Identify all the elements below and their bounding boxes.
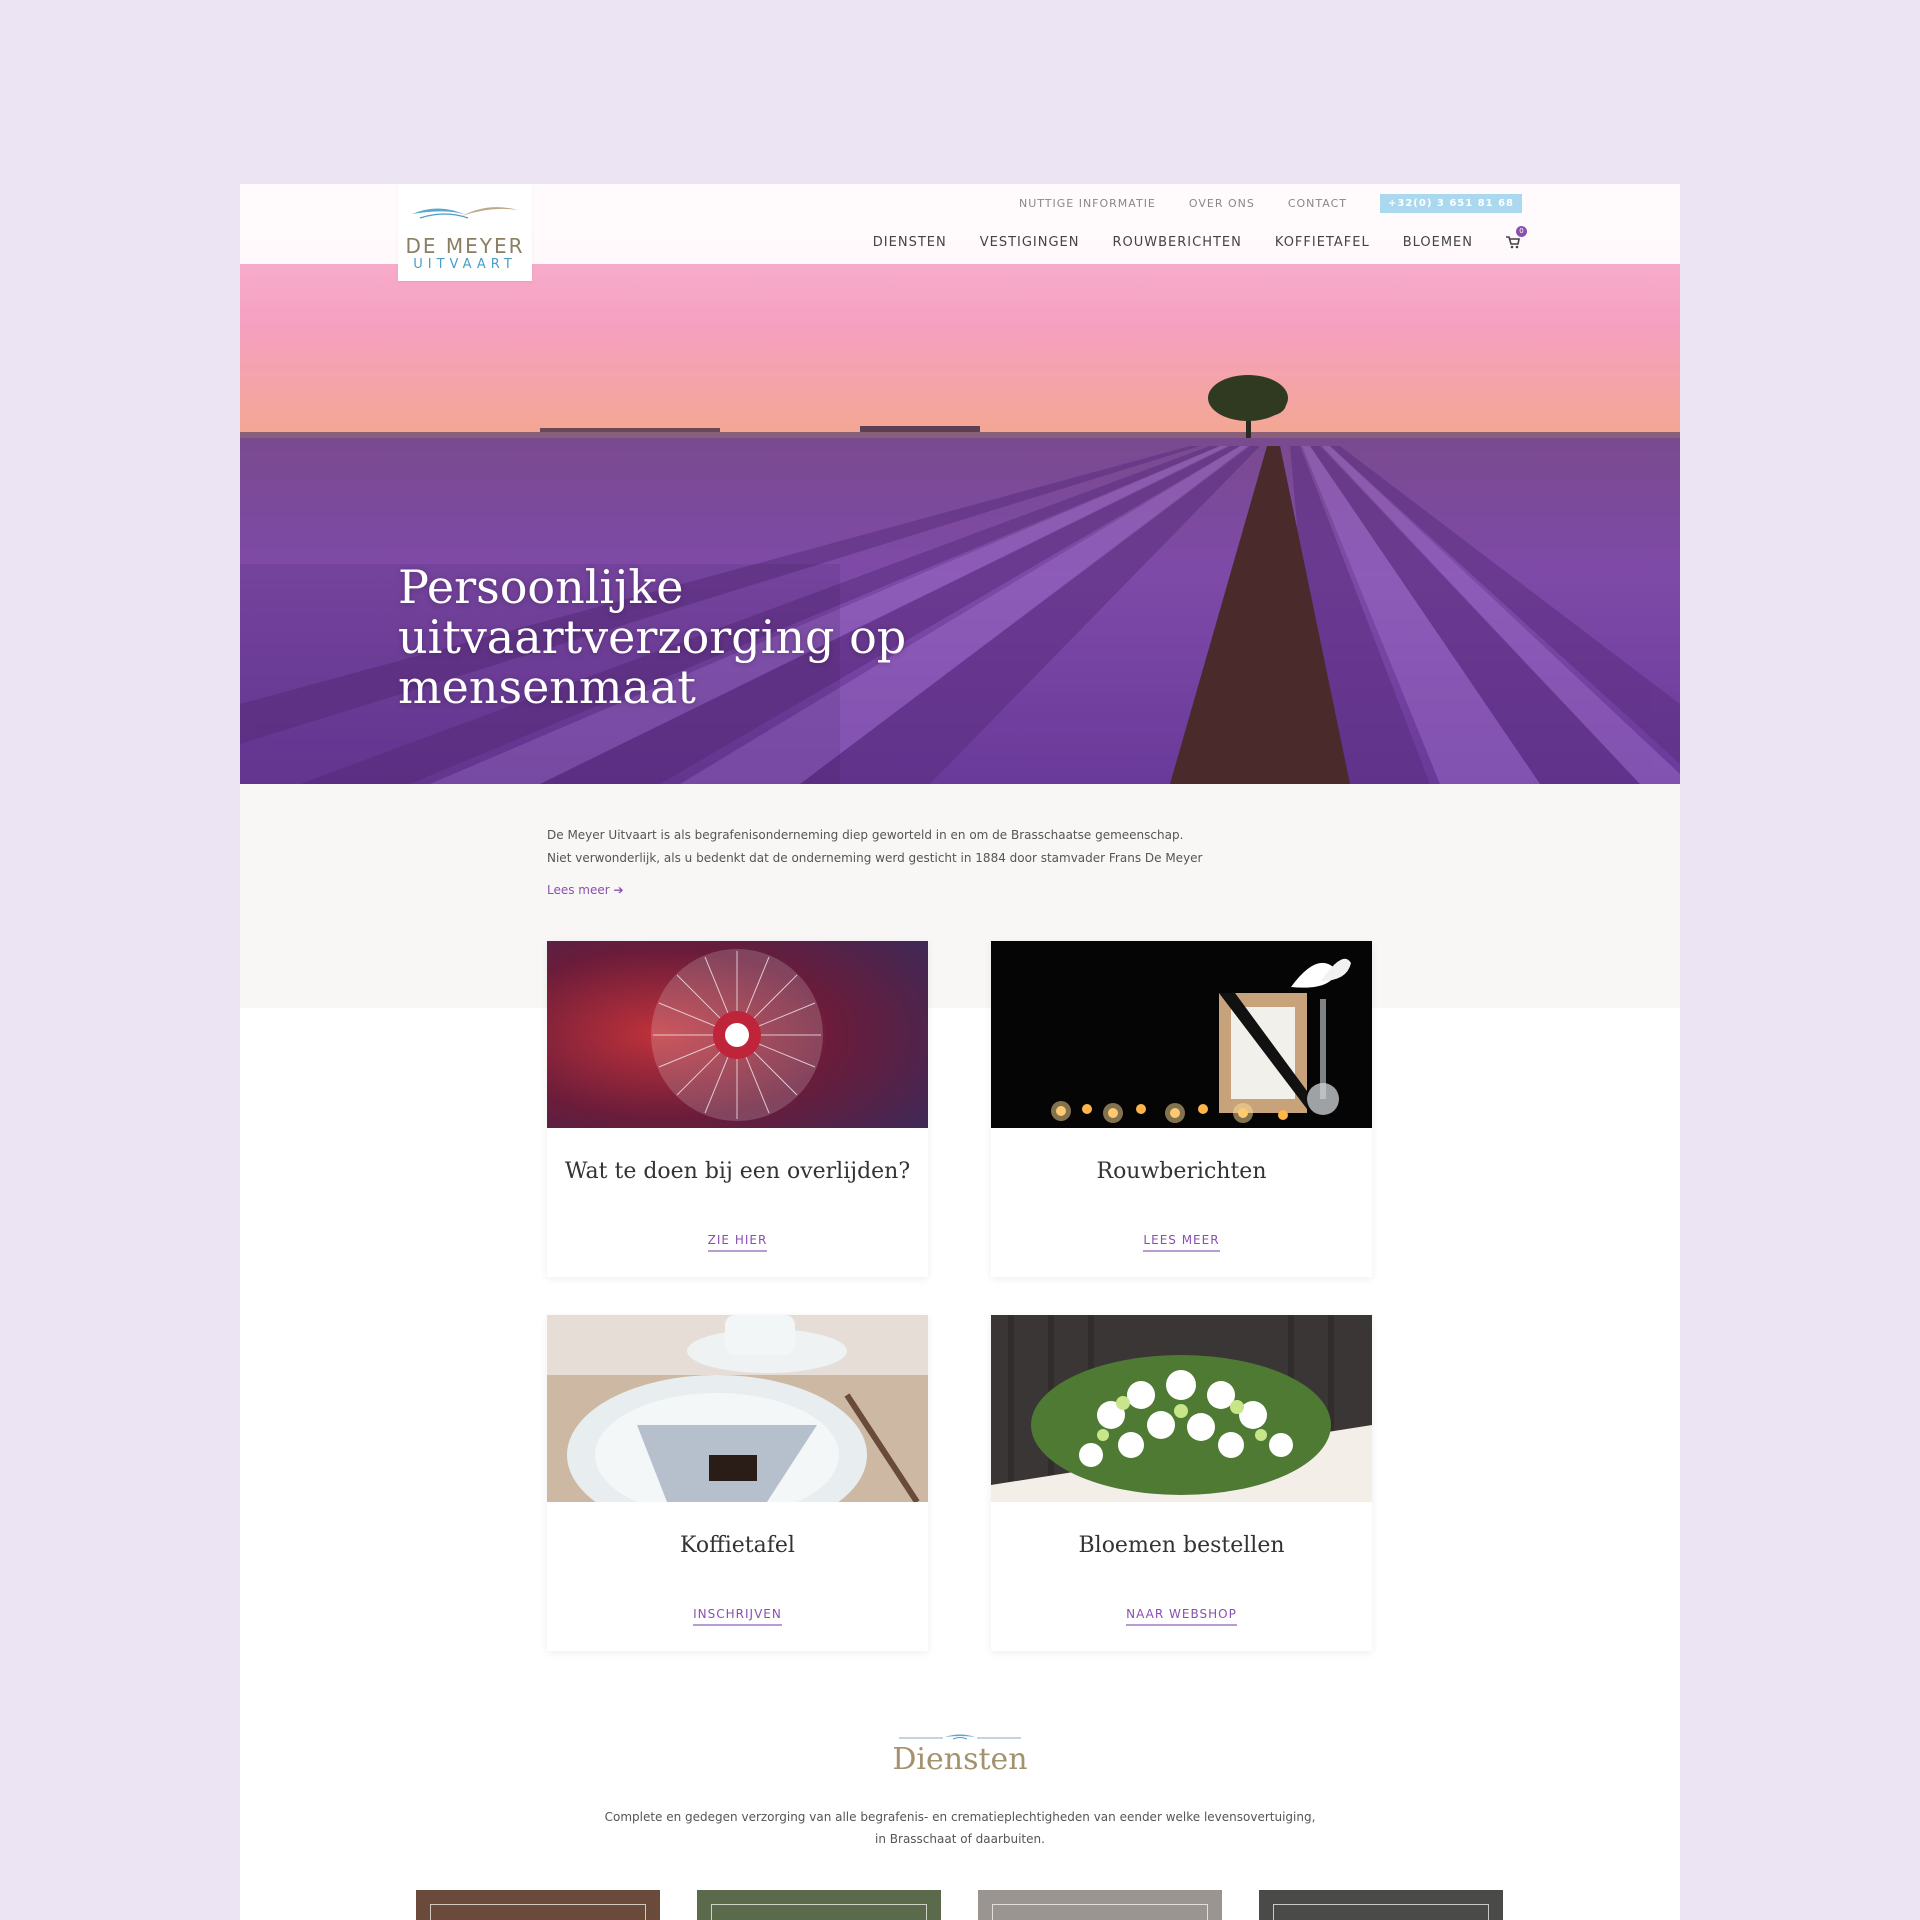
- card-overlijden[interactable]: Wat te doen bij een overlijden? ZIE HIER: [547, 941, 928, 1277]
- phone-button[interactable]: +32(0) 3 651 81 68: [1380, 194, 1522, 213]
- cart-count-badge: 0: [1516, 226, 1527, 237]
- main-navigation: DIENSTEN VESTIGINGEN ROUWBERICHTEN KOFFI…: [873, 226, 1527, 250]
- read-more-link[interactable]: Lees meer ➔: [547, 879, 624, 902]
- card-cta-lees-meer[interactable]: LEES MEER: [1143, 1233, 1220, 1252]
- intro-line-2: Niet verwonderlijk, als u bedenkt dat de…: [547, 851, 1203, 865]
- nav-rouwberichten[interactable]: ROUWBERICHTEN: [1113, 235, 1242, 250]
- nav-diensten[interactable]: DIENSTEN: [873, 235, 947, 250]
- card-title: Bloemen bestellen: [1078, 1533, 1285, 1558]
- dienst-thumbnail[interactable]: [1259, 1890, 1503, 1920]
- dienst-thumbnail[interactable]: [697, 1890, 941, 1920]
- wings-logo-icon: [412, 207, 518, 219]
- card-bloemen[interactable]: Bloemen bestellen NAAR WEBSHOP: [991, 1315, 1372, 1651]
- arrow-right-icon: ➔: [613, 883, 624, 897]
- card-cta-zie-hier[interactable]: ZIE HIER: [707, 1233, 768, 1252]
- topnav-contact[interactable]: CONTACT: [1288, 197, 1347, 210]
- hero-title: Persoonlijke uitvaartverzorging op mense…: [398, 560, 907, 714]
- page: Persoonlijke uitvaartverzorging op mense…: [240, 184, 1680, 1920]
- coffee-table-image: [547, 1315, 928, 1502]
- top-navigation: NUTTIGE INFORMATIE OVER ONS CONTACT +32(…: [1019, 194, 1522, 213]
- candles-frame-image: [991, 941, 1372, 1128]
- cart-icon: [1506, 236, 1520, 249]
- nav-koffietafel[interactable]: KOFFIETAFEL: [1275, 235, 1370, 250]
- diensten-description: Complete en gedegen verzorging van alle …: [240, 1806, 1680, 1850]
- site-header: DE MEYER UITVAART NUTTIGE INFORMATIE OVE…: [240, 184, 1680, 281]
- dandelion-image: [547, 941, 928, 1128]
- logo-text-primary: DE MEYER: [405, 234, 525, 258]
- section-title-diensten: Diensten: [892, 1742, 1028, 1777]
- flower-arrangement-image: [991, 1315, 1372, 1502]
- diensten-line-1: Complete en gedegen verzorging van alle …: [604, 1810, 1316, 1824]
- card-title: Koffietafel: [680, 1533, 795, 1558]
- card-koffietafel[interactable]: Koffietafel INSCHRIJVEN: [547, 1315, 928, 1651]
- card-cta-naar-webshop[interactable]: NAAR WEBSHOP: [1126, 1607, 1237, 1626]
- topnav-nuttige-informatie[interactable]: NUTTIGE INFORMATIE: [1019, 197, 1156, 210]
- dienst-thumbnail[interactable]: [978, 1890, 1222, 1920]
- intro-line-1: De Meyer Uitvaart is als begrafenisonder…: [547, 828, 1184, 842]
- card-rouwberichten[interactable]: Rouwberichten LEES MEER: [991, 941, 1372, 1277]
- card-title: Wat te doen bij een overlijden?: [564, 1159, 911, 1184]
- read-more-label: Lees meer: [547, 883, 610, 897]
- logo[interactable]: DE MEYER UITVAART: [398, 184, 532, 281]
- card-title: Rouwberichten: [1096, 1159, 1267, 1184]
- nav-vestigingen[interactable]: VESTIGINGEN: [980, 235, 1080, 250]
- intro-text: De Meyer Uitvaart is als begrafenisonder…: [547, 824, 1347, 902]
- dienst-thumbnail[interactable]: [416, 1890, 660, 1920]
- topnav-over-ons[interactable]: OVER ONS: [1189, 197, 1255, 210]
- nav-bloemen[interactable]: BLOEMEN: [1403, 235, 1473, 250]
- card-cta-inschrijven[interactable]: INSCHRIJVEN: [693, 1607, 782, 1626]
- logo-text-secondary: UITVAART: [413, 257, 517, 272]
- cart-button[interactable]: 0: [1506, 226, 1527, 250]
- diensten-line-2: in Brasschaat of daarbuiten.: [875, 1832, 1045, 1846]
